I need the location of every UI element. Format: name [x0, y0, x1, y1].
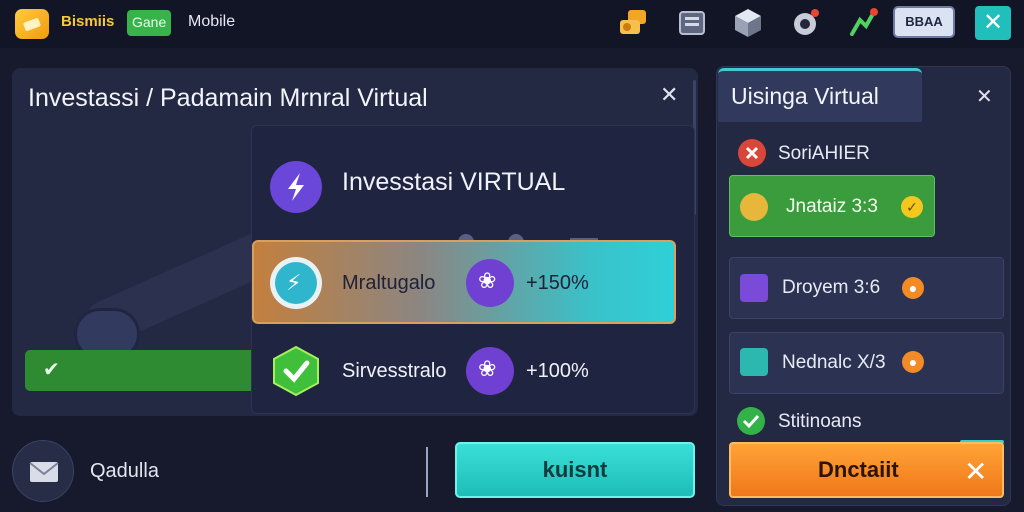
side-item-label: Nednalc X/3 — [782, 352, 886, 373]
swirl-icon: ❀ — [466, 347, 514, 395]
side-cta-label: Dnctaiit — [818, 457, 899, 482]
brand-badge: Gane — [127, 10, 172, 36]
side-item-label: Stitinoans — [778, 411, 862, 432]
card-title: Invesstasi VIRTUAL — [342, 168, 566, 196]
brand-suffix: Mobile — [188, 13, 236, 30]
option-label: Sirvesstralo — [342, 360, 447, 382]
cube-icon[interactable] — [731, 6, 765, 40]
top-action-button[interactable]: BBAA — [893, 6, 955, 38]
crystal-icon — [740, 274, 768, 302]
option-value: +150% — [526, 272, 589, 294]
top-bar: Bismiis Gane Mobile BBAA ✕ — [0, 0, 1024, 48]
cards-icon[interactable] — [676, 6, 710, 40]
close-icon[interactable]: ✕ — [964, 455, 987, 488]
lightning-icon — [270, 257, 322, 309]
side-item-label: Droyem 3:6 — [782, 277, 881, 298]
close-icon[interactable]: ✕ — [975, 6, 1011, 40]
side-item-label: Jnataiz 3:3 — [786, 196, 878, 217]
coin-icon: ● — [902, 351, 924, 373]
close-icon[interactable]: ✕ — [976, 84, 993, 109]
mail-label: Qadulla — [90, 460, 159, 482]
check-icon: ✔ — [43, 359, 60, 381]
chart-box-icon — [740, 348, 768, 376]
brand-name: Bismiis — [61, 13, 115, 30]
gear-icon[interactable] — [789, 6, 823, 40]
app-logo — [15, 9, 49, 39]
lightning-icon — [270, 161, 322, 213]
option-value: +100% — [526, 360, 589, 382]
chart-icon[interactable] — [846, 6, 880, 40]
check-icon — [737, 407, 765, 435]
side-panel-title: Uisinga Virtual — [731, 83, 879, 109]
hexagon-check-icon — [273, 345, 319, 397]
close-icon[interactable]: ✕ — [660, 82, 678, 108]
main-action-button[interactable]: kuisnt — [455, 442, 695, 498]
decorative-progress-bar: ✔ — [25, 350, 265, 391]
coin-icon: ✓ — [901, 196, 923, 218]
option-label: Mraltugalo — [342, 272, 436, 294]
coin-icon: ● — [902, 277, 924, 299]
swirl-icon: ❀ — [466, 259, 514, 307]
sun-icon — [740, 193, 768, 221]
panel-title: Investassi / Padamain Mrnral Virtual — [28, 84, 428, 112]
mail-icon — [29, 462, 59, 482]
divider — [426, 447, 428, 497]
mail-button[interactable] — [12, 440, 74, 502]
side-item-label: SoriAHIER — [778, 143, 870, 164]
coins-icon[interactable] — [616, 6, 650, 40]
x-icon — [738, 139, 766, 167]
